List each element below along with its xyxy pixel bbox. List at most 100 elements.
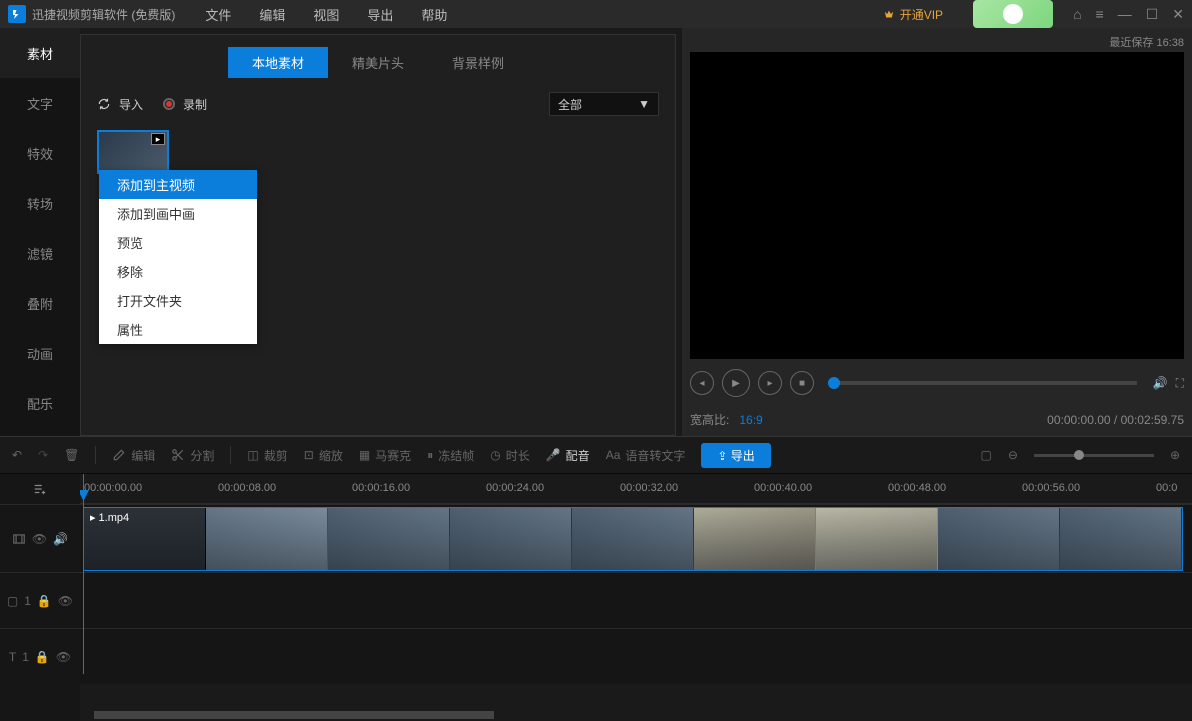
snapshot-icon[interactable]: ▢ <box>981 448 992 462</box>
avatar[interactable] <box>973 0 1053 28</box>
zoom-slider[interactable] <box>1034 454 1154 457</box>
menu-icon[interactable]: ≡ <box>1096 6 1104 23</box>
stop-button[interactable]: ■ <box>790 371 814 395</box>
sidebar-item-filter[interactable]: 滤镜 <box>0 228 80 278</box>
export-button[interactable]: ⇪ 导出 <box>701 443 770 468</box>
sidebar-item-effects[interactable]: 特效 <box>0 128 80 178</box>
text-track-head[interactable]: T 1 🔒 👁 <box>0 628 80 684</box>
edit-button[interactable]: 编辑 <box>112 447 155 464</box>
split-button[interactable]: 分割 <box>171 447 214 464</box>
menu-edit[interactable]: 编辑 <box>259 5 285 24</box>
zoom-out-icon[interactable]: ⊖ <box>1008 448 1018 462</box>
media-grid: 添加到主视频 添加到画中画 预览 移除 打开文件夹 属性 <box>81 130 675 174</box>
material-toolbar: 导入 录制 全部 ▼ <box>81 78 675 130</box>
next-frame-button[interactable]: ▸ <box>758 371 782 395</box>
mosaic-button[interactable]: ▦马赛克 <box>359 447 411 464</box>
zoom-in-icon[interactable]: ⊕ <box>1170 448 1180 462</box>
video-track[interactable]: ▸1.mp4 <box>80 504 1192 572</box>
titlebar: 迅捷视频剪辑软件 (免费版) 文件 编辑 视图 导出 帮助 开通VIP ⌂ ≡ … <box>0 0 1192 28</box>
sidebar-item-text[interactable]: 文字 <box>0 78 80 128</box>
last-save-time: 最近保存 16:38 <box>690 34 1184 52</box>
timeline-tracks[interactable]: 00:00:00.00 00:00:08.00 00:00:16.00 00:0… <box>80 474 1192 721</box>
text-track[interactable] <box>80 628 1192 684</box>
clip-label: ▸1.mp4 <box>90 511 129 524</box>
chevron-down-icon: ▼ <box>638 97 650 111</box>
add-track-button[interactable] <box>0 474 80 504</box>
sidebar-item-animation[interactable]: 动画 <box>0 328 80 378</box>
horizontal-scrollbar[interactable] <box>94 711 494 719</box>
menu-add-pip[interactable]: 添加到画中画 <box>99 199 257 228</box>
tab-bg[interactable]: 背景样例 <box>428 47 528 78</box>
video-track-head[interactable]: 👁 🔊 <box>0 504 80 572</box>
zoom-button[interactable]: ⊡缩放 <box>304 447 343 464</box>
playback-controls: ◂ ▶ ▸ ■ 🔊 ⛶ <box>690 369 1184 397</box>
prev-frame-button[interactable]: ◂ <box>690 371 714 395</box>
fullscreen-icon[interactable]: ⛶ <box>1176 376 1184 391</box>
media-thumbnail[interactable] <box>97 130 169 174</box>
sidebar-item-material[interactable]: 素材 <box>0 28 80 78</box>
list-plus-icon <box>33 482 47 496</box>
clip-icon: ▸ <box>90 511 96 524</box>
menu-open-folder[interactable]: 打开文件夹 <box>99 286 257 315</box>
tab-local[interactable]: 本地素材 <box>228 47 328 78</box>
tool-strip: ↶ ↷ 🗑 编辑 分割 ◫裁剪 ⊡缩放 ▦马赛克 ⏸冻结帧 ◷时长 🎤配音 Aa… <box>0 436 1192 474</box>
menu-add-main[interactable]: 添加到主视频 <box>99 170 257 199</box>
video-clip[interactable]: ▸1.mp4 <box>83 507 1183 571</box>
eye-icon[interactable]: 👁 <box>58 594 73 608</box>
record-icon <box>163 98 175 110</box>
menu-help[interactable]: 帮助 <box>421 5 447 24</box>
eye-icon[interactable]: 👁 <box>32 532 47 546</box>
volume-icon[interactable]: 🔊 <box>53 532 68 546</box>
playhead[interactable] <box>83 474 84 674</box>
redo-button[interactable]: ↷ <box>38 448 48 462</box>
time-ruler[interactable]: 00:00:00.00 00:00:08.00 00:00:16.00 00:0… <box>80 474 1192 504</box>
menu-remove[interactable]: 移除 <box>99 257 257 286</box>
play-button[interactable]: ▶ <box>722 369 750 397</box>
timeline: 👁 🔊 ▢ 1 🔒 👁 T 1 🔒 👁 00:00:00.00 00:00:08… <box>0 474 1192 721</box>
ratio-value[interactable]: 16:9 <box>739 413 762 427</box>
lock-icon[interactable]: 🔒 <box>37 594 52 608</box>
ruler-tick: 00:00:00.00 <box>84 482 142 494</box>
sidebar-item-overlay[interactable]: 叠附 <box>0 278 80 328</box>
menu-view[interactable]: 视图 <box>313 5 339 24</box>
overlay-track[interactable] <box>80 572 1192 628</box>
menu-properties[interactable]: 属性 <box>99 315 257 344</box>
overlay-track-head[interactable]: ▢ 1 🔒 👁 <box>0 572 80 628</box>
home-icon[interactable]: ⌂ <box>1073 6 1081 23</box>
dub-button[interactable]: 🎤配音 <box>546 447 590 464</box>
eye-icon[interactable]: 👁 <box>56 650 71 664</box>
menu-export[interactable]: 导出 <box>367 5 393 24</box>
sidebar-item-music[interactable]: 配乐 <box>0 378 80 428</box>
crop-button[interactable]: ◫裁剪 <box>247 447 287 464</box>
app-logo <box>8 5 26 23</box>
filter-select[interactable]: 全部 ▼ <box>549 92 659 116</box>
menu-file[interactable]: 文件 <box>205 5 231 24</box>
zoom-icon: ⊡ <box>304 448 314 462</box>
close-icon[interactable]: ✕ <box>1172 6 1184 23</box>
maximize-icon[interactable]: ☐ <box>1146 6 1159 23</box>
volume-icon[interactable]: 🔊 <box>1153 376 1168 390</box>
sidebar: 素材 文字 特效 转场 滤镜 叠附 动画 配乐 <box>0 28 80 436</box>
menu-preview[interactable]: 预览 <box>99 228 257 257</box>
video-preview[interactable] <box>690 52 1184 359</box>
record-button[interactable]: 录制 <box>163 96 207 113</box>
freeze-icon: ⏸ <box>427 448 433 463</box>
delete-button[interactable]: 🗑 <box>64 448 79 462</box>
ruler-tick: 00:00:08.00 <box>218 482 276 494</box>
edit-icon <box>112 448 126 462</box>
sidebar-item-transition[interactable]: 转场 <box>0 178 80 228</box>
import-button[interactable]: 导入 <box>97 96 143 113</box>
window-controls: ⌂ ≡ — ☐ ✕ <box>1073 6 1184 23</box>
crop-icon: ◫ <box>247 448 258 462</box>
progress-bar[interactable] <box>830 381 1137 385</box>
material-panel: 本地素材 精美片头 背景样例 导入 录制 全部 ▼ 添加到主视频 添加到画中画 <box>80 34 676 436</box>
stt-button[interactable]: Aa语音转文字 <box>606 447 686 464</box>
tab-intro[interactable]: 精美片头 <box>328 47 428 78</box>
duration-button[interactable]: ◷时长 <box>490 447 530 464</box>
lock-icon[interactable]: 🔒 <box>35 650 50 664</box>
vip-button[interactable]: 开通VIP <box>882 6 943 23</box>
minimize-icon[interactable]: — <box>1118 6 1132 23</box>
freeze-button[interactable]: ⏸冻结帧 <box>427 447 474 464</box>
undo-button[interactable]: ↶ <box>12 448 22 462</box>
ruler-tick: 00:0 <box>1156 482 1177 494</box>
